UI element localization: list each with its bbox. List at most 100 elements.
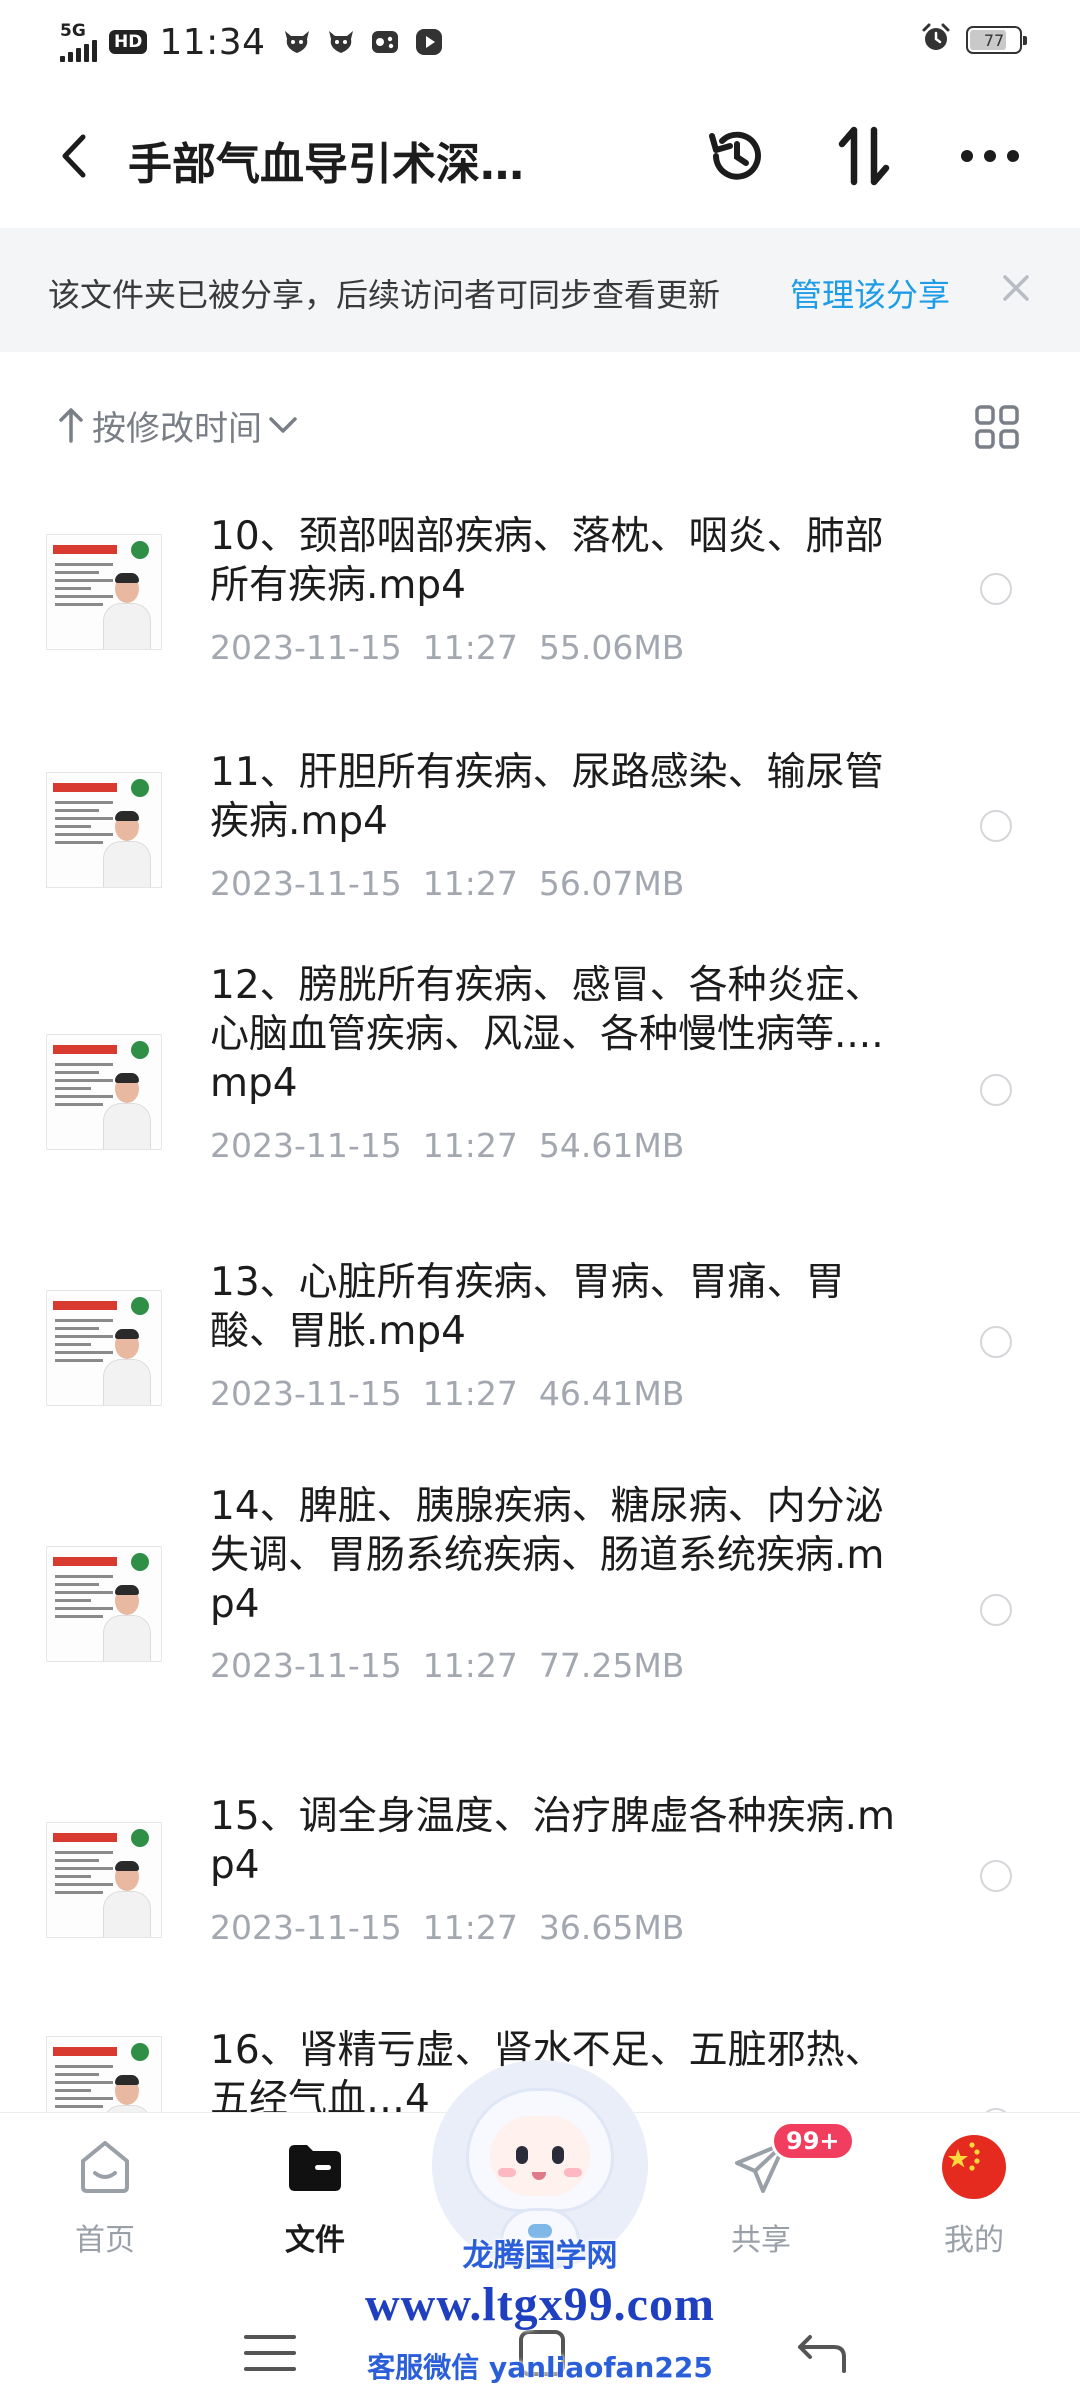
paper-plane-icon: 99+ (727, 2121, 855, 2201)
alarm-icon (920, 22, 952, 58)
file-row[interactable]: 15、调全身温度、治疗脾虚各种疾病.mp4 2023-11-15 11:27 3… (0, 1770, 1080, 2008)
file-size: 56.07MB (538, 864, 685, 903)
file-row[interactable]: 11、肝胆所有疾病、尿路感染、输尿管疾病.mp4 2023-11-15 11:2… (0, 718, 1080, 956)
video-thumbnail (46, 1546, 162, 1662)
china-flag-avatar-icon (940, 2133, 1008, 2201)
select-checkbox[interactable] (980, 1074, 1012, 1106)
status-bar: 5G HD 11:34 77 (0, 0, 1080, 84)
home-icon (71, 2133, 139, 2201)
file-date: 2023-11-15 (210, 864, 402, 903)
sort-label: 按修改时间 (92, 408, 262, 449)
signal-indicator: 5G (60, 22, 97, 62)
chevron-down-icon (269, 417, 297, 433)
file-time: 11:27 (422, 1908, 518, 1947)
file-size: 55.06MB (538, 628, 685, 667)
close-banner-button[interactable] (996, 268, 1036, 308)
history-icon (709, 131, 761, 180)
file-row[interactable]: 13、心脏所有疾病、胃病、胃痛、胃酸、胃胀.mp4 2023-11-15 11:… (0, 1244, 1080, 1482)
mascot-eye (516, 2146, 528, 2164)
select-checkbox[interactable] (980, 1326, 1012, 1358)
more-button[interactable] (954, 120, 1026, 192)
grid-view-icon (975, 405, 1019, 449)
file-meta: 2023-11-15 11:27 54.61MB (210, 1126, 684, 1165)
sort-row: 按修改时间 (0, 380, 1080, 470)
page-title: 手部气血导引术深… (128, 139, 524, 190)
arrow-up-icon (59, 408, 83, 443)
mascot-eye (552, 2146, 564, 2164)
file-meta: 2023-11-15 11:27 46.41MB (210, 1374, 684, 1413)
file-date: 2023-11-15 (210, 1374, 402, 1413)
select-checkbox[interactable] (980, 1860, 1012, 1892)
file-meta: 2023-11-15 11:27 55.06MB (210, 628, 684, 667)
file-meta: 2023-11-15 11:27 36.65MB (210, 1908, 684, 1947)
notification-badge: 99+ (771, 2121, 855, 2161)
file-time: 11:27 (422, 1126, 518, 1165)
battery-level: 77 (983, 30, 1005, 50)
file-time: 11:27 (422, 1646, 518, 1685)
file-row[interactable]: 12、膀胱所有疾病、感冒、各种炎症、心脑血管疾病、风湿、各种慢性病等....mp… (0, 956, 1080, 1244)
play-icon (414, 27, 444, 57)
mascot-cheek (564, 2168, 582, 2177)
watermark-url: www.ltgx99.com (365, 2278, 715, 2331)
clock: 11:34 (159, 21, 266, 63)
file-date: 2023-11-15 (210, 1908, 402, 1947)
file-time: 11:27 (422, 628, 518, 667)
folder-icon (281, 2133, 349, 2201)
file-name: 13、心脏所有疾病、胃病、胃痛、胃酸、胃胀.mp4 (210, 1260, 845, 1354)
video-thumbnail (46, 1034, 162, 1150)
video-thumbnail (46, 1290, 162, 1406)
file-size: 36.65MB (538, 1908, 685, 1947)
battery-cap (1023, 36, 1027, 45)
grid-view-button[interactable] (972, 402, 1022, 452)
signal-bars-icon (60, 40, 97, 62)
video-thumbnail (46, 534, 162, 650)
cow-icon (282, 27, 312, 57)
file-meta: 2023-11-15 11:27 77.25MB (210, 1646, 684, 1685)
watermark-title: 龙腾国学网 (462, 2238, 618, 2274)
file-list: 10、颈部咽部疾病、落枕、咽炎、肺部所有疾病.mp4 2023-11-15 11… (0, 480, 1080, 2114)
video-thumbnail (46, 772, 162, 888)
file-time: 11:27 (422, 864, 518, 903)
share-banner: 该文件夹已被分享，后续访问者可同步查看更新 管理该分享 (0, 228, 1080, 352)
select-checkbox[interactable] (980, 573, 1012, 605)
sort-dropdown[interactable]: 按修改时间 (56, 400, 300, 450)
close-icon (1003, 275, 1029, 301)
back-button[interactable] (44, 124, 104, 188)
cow-icon (326, 27, 356, 57)
battery-indicator: 77 (966, 26, 1027, 54)
manage-share-link[interactable]: 管理该分享 (790, 270, 950, 316)
file-date: 2023-11-15 (210, 1646, 402, 1685)
file-row[interactable]: 14、脾脏、胰腺疾病、糖尿病、内分泌失调、胃肠系统疾病、肠道系统疾病.mp4 2… (0, 1482, 1080, 1770)
video-thumbnail (46, 2036, 162, 2114)
file-name: 14、脾脏、胰腺疾病、糖尿病、内分泌失调、胃肠系统疾病、肠道系统疾病.mp4 (210, 1484, 885, 1627)
file-meta: 2023-11-15 11:27 56.07MB (210, 864, 684, 903)
file-time: 11:27 (422, 1374, 518, 1413)
share-notice-text: 该文件夹已被分享，后续访问者可同步查看更新 (48, 276, 721, 314)
hd-badge: HD (109, 30, 148, 54)
file-size: 46.41MB (538, 1374, 685, 1413)
status-right: 77 (920, 22, 1027, 58)
top-bar: 手部气血导引术深… (0, 84, 1080, 228)
file-date: 2023-11-15 (210, 1126, 402, 1165)
file-name: 15、调全身温度、治疗脾虚各种疾病.mp4 (210, 1794, 896, 1888)
gamepad-icon (370, 27, 400, 57)
file-name: 12、膀胱所有疾病、感冒、各种炎症、心脑血管疾病、风湿、各种慢性病等....mp… (210, 963, 884, 1106)
back-arrow-icon (62, 134, 86, 178)
video-thumbnail (46, 1822, 162, 1938)
network-type: 5G (60, 21, 86, 41)
history-button[interactable] (700, 120, 772, 192)
file-name: 11、肝胆所有疾病、尿路感染、输尿管疾病.mp4 (210, 750, 884, 844)
status-left: 5G HD 11:34 (60, 14, 458, 70)
select-checkbox[interactable] (980, 1594, 1012, 1626)
more-icon (961, 150, 1019, 162)
file-size: 54.61MB (538, 1126, 685, 1165)
sort-swap-icon (838, 126, 890, 186)
mascot-face (490, 2116, 590, 2196)
file-row[interactable]: 10、颈部咽部疾病、落枕、咽炎、肺部所有疾病.mp4 2023-11-15 11… (0, 480, 1080, 718)
mascot-cheek (498, 2168, 516, 2177)
file-date: 2023-11-15 (210, 628, 402, 667)
watermark-contact: 客服微信 yanliaofan225 (367, 2351, 713, 2384)
select-checkbox[interactable] (980, 810, 1012, 842)
sort-order-button[interactable] (828, 120, 900, 192)
file-name: 10、颈部咽部疾病、落枕、咽炎、肺部所有疾病.mp4 (210, 514, 884, 608)
